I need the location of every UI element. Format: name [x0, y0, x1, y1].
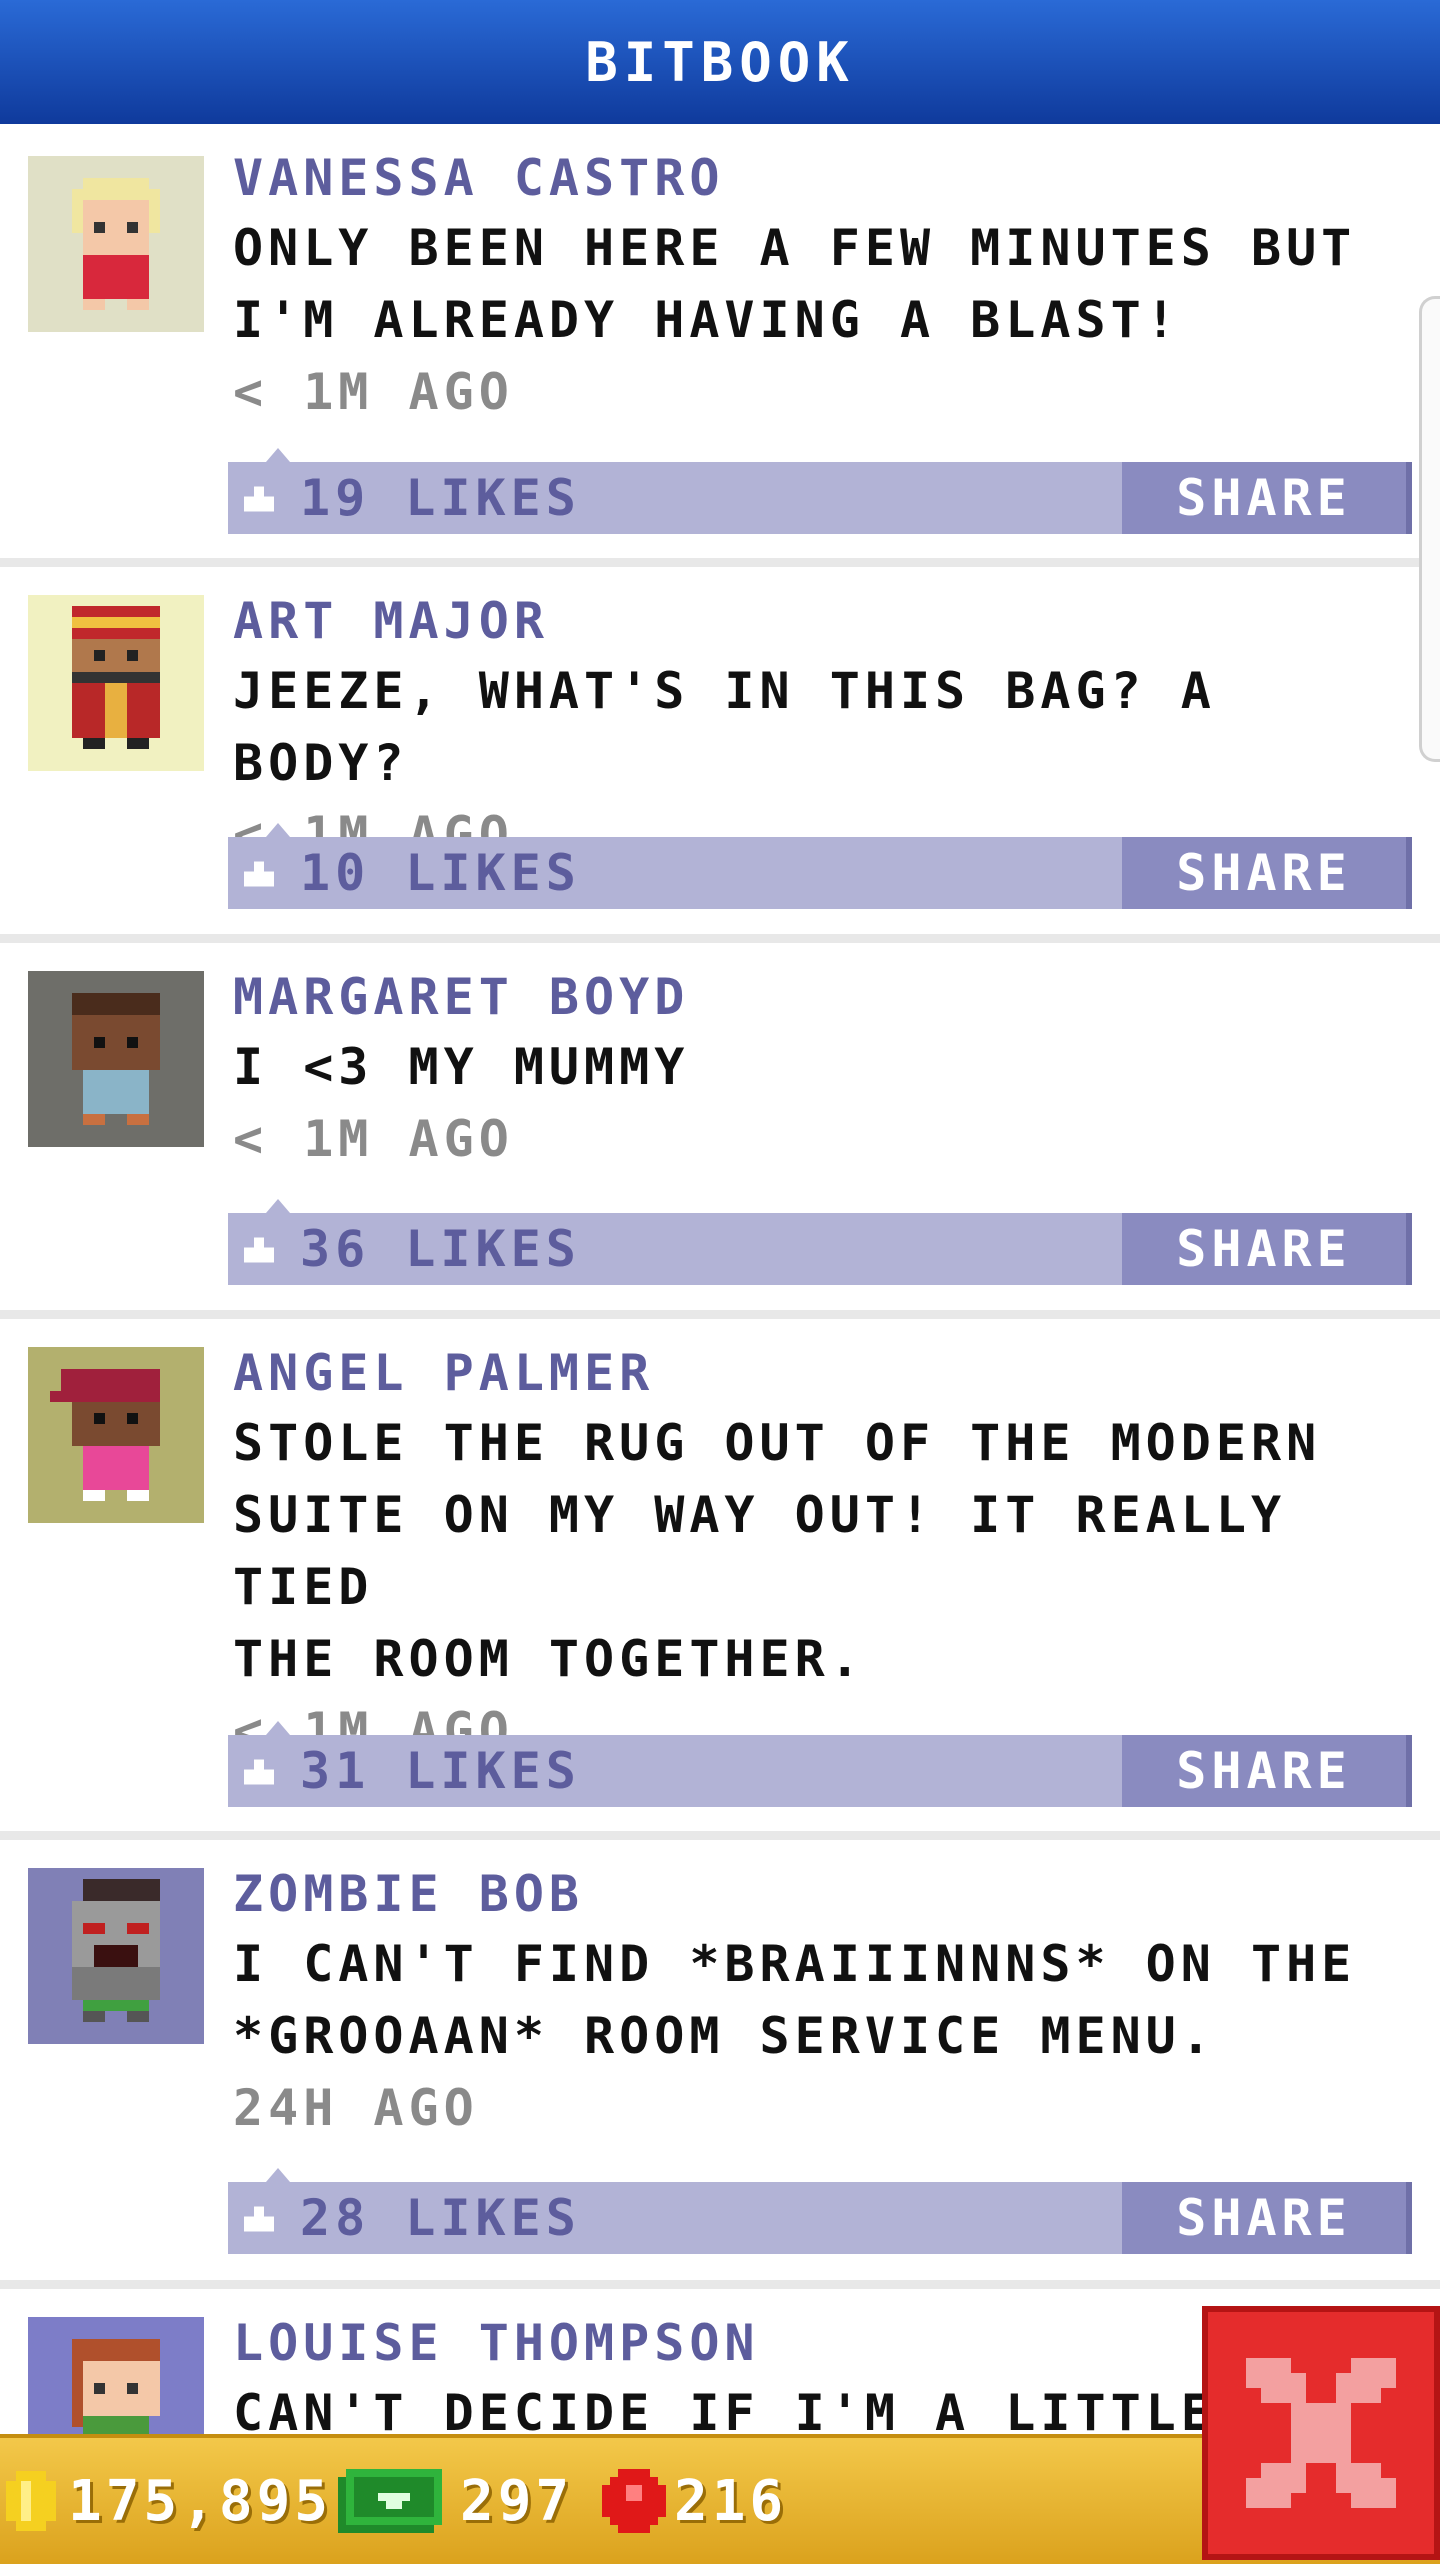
post-text-line: I'M ALREADY HAVING A BLAST!	[233, 291, 1181, 349]
bar-notch	[266, 2168, 290, 2182]
post-feed[interactable]: VANESSA CASTRO ONLY BEEN HERE A FEW MINU…	[0, 124, 1440, 2434]
gems-stat: 216	[602, 2438, 787, 2564]
post-content: ZOMBIE BOB I CAN'T FIND *BRAIIINNNS* ON …	[233, 1860, 1413, 2144]
post-timestamp: < 1M AGO	[233, 363, 514, 421]
bux-icon	[338, 2469, 442, 2533]
post-text-line: I <3 MY MUMMY	[233, 1038, 690, 1096]
share-button[interactable]: SHARE	[1122, 837, 1412, 909]
post-text-line: SUITE ON MY WAY OUT! IT REALLY TIED	[233, 1486, 1287, 1616]
coins-value: 175,895	[68, 2468, 333, 2534]
post-text-line: JEEZE, WHAT'S IN THIS BAG? A BODY?	[233, 662, 1216, 792]
post-content: VANESSA CASTRO ONLY BEEN HERE A FEW MINU…	[233, 144, 1413, 428]
avatar[interactable]	[28, 595, 204, 771]
bar-notch	[266, 448, 290, 462]
likes-count[interactable]: 31 LIKES	[300, 1735, 581, 1807]
post-content: ART MAJOR JEEZE, WHAT'S IN THIS BAG? A B…	[233, 587, 1413, 871]
post-timestamp: 24H AGO	[233, 2079, 479, 2137]
likes-count[interactable]: 19 LIKES	[300, 462, 581, 534]
post-item: ZOMBIE BOB I CAN'T FIND *BRAIIINNNS* ON …	[0, 1840, 1440, 2289]
avatar[interactable]	[28, 156, 204, 332]
share-button[interactable]: SHARE	[1122, 1213, 1412, 1285]
share-button[interactable]: SHARE	[1122, 2182, 1412, 2254]
scroll-indicator[interactable]	[1419, 296, 1440, 762]
bar-notch	[266, 823, 290, 837]
post-action-bar: 36 LIKES SHARE	[228, 1199, 1412, 1285]
post-text-line: THE ROOM TOGETHER.	[233, 1630, 865, 1688]
post-action-bar: 31 LIKES SHARE	[228, 1721, 1412, 1807]
thumbs-up-icon	[244, 486, 274, 512]
app-header: BITBOOK	[0, 0, 1440, 128]
avatar[interactable]	[28, 971, 204, 1147]
app-title: BITBOOK	[585, 30, 855, 94]
share-button[interactable]: SHARE	[1122, 462, 1412, 534]
thumbs-up-icon	[244, 861, 274, 887]
bar-notch	[266, 1721, 290, 1735]
post-author[interactable]: MARGARET BOYD	[233, 963, 1413, 1031]
post-text-line: I CAN'T FIND *BRAIIINNNS* ON THE	[233, 1935, 1357, 1993]
post-action-bar: 19 LIKES SHARE	[228, 448, 1412, 534]
post-item: ANGEL PALMER STOLE THE RUG OUT OF THE MO…	[0, 1319, 1440, 1840]
post-item: ART MAJOR JEEZE, WHAT'S IN THIS BAG? A B…	[0, 567, 1440, 943]
post-action-bar: 10 LIKES SHARE	[228, 823, 1412, 909]
post-item: VANESSA CASTRO ONLY BEEN HERE A FEW MINU…	[0, 124, 1440, 567]
likes-count[interactable]: 28 LIKES	[300, 2182, 581, 2254]
post-text-line: ONLY BEEN HERE A FEW MINUTES BUT	[233, 219, 1357, 277]
bar-notch	[266, 1199, 290, 1213]
post-text-line: *GROOAAN* ROOM SERVICE MENU.	[233, 2007, 1216, 2065]
post-author[interactable]: ZOMBIE BOB	[233, 1860, 1413, 1928]
post-content: ANGEL PALMER STOLE THE RUG OUT OF THE MO…	[233, 1339, 1413, 1767]
post-item: MARGARET BOYD I <3 MY MUMMY < 1M AGO 36 …	[0, 943, 1440, 1319]
likes-count[interactable]: 36 LIKES	[300, 1213, 581, 1285]
post-author[interactable]: ART MAJOR	[233, 587, 1413, 655]
close-icon	[1246, 2358, 1396, 2508]
post-content: MARGARET BOYD I <3 MY MUMMY < 1M AGO	[233, 963, 1413, 1175]
gems-value: 216	[674, 2468, 788, 2534]
post-author[interactable]: VANESSA CASTRO	[233, 144, 1413, 212]
share-button[interactable]: SHARE	[1122, 1735, 1412, 1807]
post-timestamp: < 1M AGO	[233, 1110, 514, 1168]
post-action-bar: 28 LIKES SHARE	[228, 2168, 1412, 2254]
thumbs-up-icon	[244, 2206, 274, 2232]
thumbs-up-icon	[244, 1237, 274, 1263]
bux-value: 297	[460, 2468, 574, 2534]
avatar[interactable]	[28, 1868, 204, 2044]
bux-stat: 297	[338, 2438, 573, 2564]
post-author[interactable]: ANGEL PALMER	[233, 1339, 1413, 1407]
thumbs-up-icon	[244, 1759, 274, 1785]
likes-count[interactable]: 10 LIKES	[300, 837, 581, 909]
avatar[interactable]	[28, 2317, 204, 2434]
gem-icon	[602, 2469, 666, 2533]
coin-icon	[6, 2471, 56, 2531]
post-text-line: STOLE THE RUG OUT OF THE MODERN	[233, 1414, 1322, 1472]
close-button[interactable]	[1202, 2306, 1440, 2560]
avatar[interactable]	[28, 1347, 204, 1523]
coins-stat: 175,895	[6, 2438, 332, 2564]
